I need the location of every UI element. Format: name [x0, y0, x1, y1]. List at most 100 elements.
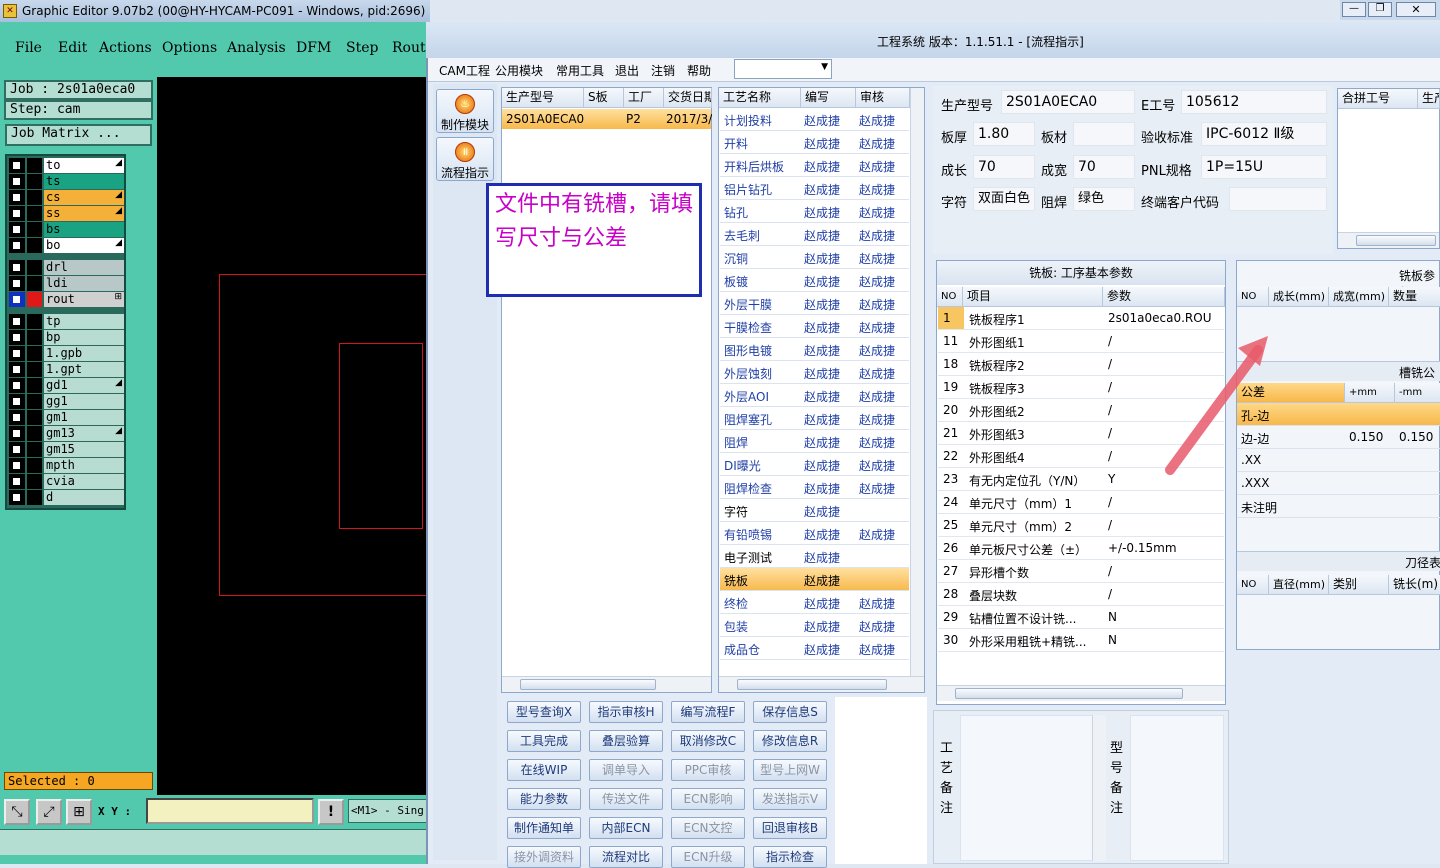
layer-row-cvia[interactable]: cvia: [9, 474, 125, 489]
process-row[interactable]: DI曝光 赵成捷 赵成捷: [720, 453, 909, 476]
layer-checkbox[interactable]: [9, 474, 25, 489]
table-row[interactable]: 2S01A0ECA0 P2 2017/3/: [502, 109, 712, 129]
layer-checkbox[interactable]: [9, 378, 25, 393]
col-tool-length[interactable]: 铣长(m): [1389, 575, 1440, 595]
process-row[interactable]: 图形电镀 赵成捷 赵成捷: [720, 338, 909, 361]
action-button[interactable]: 叠层验算: [589, 730, 663, 752]
menu-analysis[interactable]: Analysis: [227, 40, 286, 56]
layer-checkbox[interactable]: [9, 346, 25, 361]
param-row[interactable]: 28 叠层块数 /: [938, 583, 1224, 606]
layer-checkbox[interactable]: [9, 174, 25, 189]
layer-checkbox[interactable]: [9, 442, 25, 457]
layer-checkbox[interactable]: [9, 260, 25, 275]
layer-checkbox[interactable]: [9, 158, 25, 173]
menu-dfm[interactable]: DFM: [296, 40, 331, 56]
col-author[interactable]: 编写: [801, 88, 856, 108]
layer-row-bo[interactable]: bo ◢: [9, 238, 125, 253]
action-button[interactable]: 回退审核B: [753, 817, 827, 839]
action-button[interactable]: 内部ECN: [589, 817, 663, 839]
layer-checkbox[interactable]: [9, 458, 25, 473]
process-row[interactable]: 铣板 赵成捷: [720, 568, 909, 591]
process-row[interactable]: 包装 赵成捷 赵成捷: [720, 614, 909, 637]
process-row[interactable]: 开料后烘板 赵成捷 赵成捷: [720, 154, 909, 177]
layer-row-mpth[interactable]: mpth: [9, 458, 125, 473]
action-button[interactable]: 型号查询X: [507, 701, 581, 723]
process-row[interactable]: 去毛刺 赵成捷 赵成捷: [720, 223, 909, 246]
maximize-icon[interactable]: ❐: [1368, 2, 1392, 17]
process-row[interactable]: 有铅喷锡 赵成捷 赵成捷: [720, 522, 909, 545]
process-row[interactable]: 字符 赵成捷: [720, 499, 909, 522]
layer-row-ss[interactable]: ss ◢: [9, 206, 125, 221]
layer-row-gd1[interactable]: gd1 ◢: [9, 378, 125, 393]
action-button[interactable]: 修改信息R: [753, 730, 827, 752]
action-button[interactable]: 取消修改C: [671, 730, 745, 752]
action-button[interactable]: ECN升级: [671, 846, 745, 868]
menu-actions[interactable]: Actions: [99, 40, 152, 56]
layer-checkbox[interactable]: [9, 490, 25, 505]
mask-field[interactable]: 绿色: [1073, 187, 1135, 211]
param-row[interactable]: 30 外形采用粗铣+精铣... N: [938, 629, 1224, 652]
param-panel-hscroll[interactable]: [937, 685, 1225, 701]
job-matrix-button[interactable]: Job Matrix ...: [5, 124, 152, 146]
menu-step[interactable]: Step: [346, 40, 378, 56]
action-button[interactable]: PPC审核: [671, 759, 745, 781]
process-row[interactable]: 终检 赵成捷 赵成捷: [720, 591, 909, 614]
param-row[interactable]: 27 异形槽个数 /: [938, 560, 1224, 583]
craft-remark-vscroll[interactable]: [1092, 715, 1106, 861]
layer-row-drl[interactable]: drl: [9, 260, 125, 275]
model-field[interactable]: 2S01A0ECA0: [1001, 90, 1135, 114]
layer-row-1-gpt[interactable]: 1.gpt: [9, 362, 125, 377]
col-delivery[interactable]: 交货日期: [664, 88, 712, 108]
layer-row-bs[interactable]: bs: [9, 222, 125, 237]
process-row[interactable]: 开料 赵成捷 赵成捷: [720, 131, 909, 154]
close-icon[interactable]: ✕: [1396, 2, 1436, 17]
action-button[interactable]: 编写流程F: [671, 701, 745, 723]
col-param[interactable]: 参数: [1103, 287, 1225, 307]
menu-combobox[interactable]: ▼: [734, 59, 832, 79]
param-row[interactable]: 29 钻槽位置不设计铣... N: [938, 606, 1224, 629]
col-plus-mm[interactable]: +mm: [1345, 383, 1395, 403]
action-button[interactable]: 调单导入: [589, 759, 663, 781]
process-row[interactable]: 外层干膜 赵成捷 赵成捷: [720, 292, 909, 315]
process-row[interactable]: 铝片钻孔 赵成捷 赵成捷: [720, 177, 909, 200]
layer-row-tp[interactable]: tp: [9, 314, 125, 329]
col-item[interactable]: 项目: [963, 287, 1103, 307]
standard-field[interactable]: IPC-6012 Ⅱ级: [1201, 122, 1327, 146]
layer-checkbox[interactable]: [9, 292, 25, 307]
process-row[interactable]: 干膜检查 赵成捷 赵成捷: [720, 315, 909, 338]
craft-remark-text[interactable]: [960, 715, 1106, 861]
model-remark-text[interactable]: [1130, 715, 1224, 861]
layer-checkbox[interactable]: [9, 222, 25, 237]
width-field[interactable]: 70: [1073, 155, 1135, 179]
layer-checkbox[interactable]: [9, 206, 25, 221]
param-row[interactable]: 24 单元尺寸（mm）1 /: [938, 491, 1224, 514]
col-mill-length[interactable]: 成长(mm): [1269, 287, 1329, 307]
xy-input[interactable]: [146, 798, 314, 824]
layer-row-1-gpb[interactable]: 1.gpb: [9, 346, 125, 361]
layer-checkbox[interactable]: [9, 276, 25, 291]
zoom-area-icon[interactable]: ⤢: [36, 799, 62, 825]
col-mill-no[interactable]: NO: [1237, 287, 1269, 307]
col-no[interactable]: NO: [937, 287, 963, 307]
col-factory[interactable]: 工厂: [624, 88, 664, 108]
action-button[interactable]: 在线WIP: [507, 759, 581, 781]
material-field[interactable]: [1073, 122, 1135, 146]
length-field[interactable]: 70: [973, 155, 1035, 179]
layer-row-gm1[interactable]: gm1: [9, 410, 125, 425]
layer-checkbox[interactable]: [9, 314, 25, 329]
action-button[interactable]: 能力参数: [507, 788, 581, 810]
col-model[interactable]: 生产型号: [502, 88, 584, 108]
customer-code-field[interactable]: [1229, 187, 1327, 211]
layer-row-ts[interactable]: ts: [9, 174, 125, 189]
action-button[interactable]: 保存信息S: [753, 701, 827, 723]
col-merge-no[interactable]: 合拼工号: [1338, 89, 1418, 109]
col-minus-mm[interactable]: -mm: [1395, 383, 1440, 403]
layer-row-gm15[interactable]: gm15: [9, 442, 125, 457]
col-tool-type[interactable]: 类别: [1329, 575, 1389, 595]
process-row[interactable]: 钻孔 赵成捷 赵成捷: [720, 200, 909, 223]
eno-field[interactable]: 105612: [1181, 90, 1327, 114]
action-button[interactable]: 传送文件: [589, 788, 663, 810]
menu-edit[interactable]: Edit: [58, 40, 87, 56]
process-row[interactable]: 计划投料 赵成捷 赵成捷: [720, 108, 909, 131]
pnl-field[interactable]: 1P=15U: [1201, 155, 1327, 179]
